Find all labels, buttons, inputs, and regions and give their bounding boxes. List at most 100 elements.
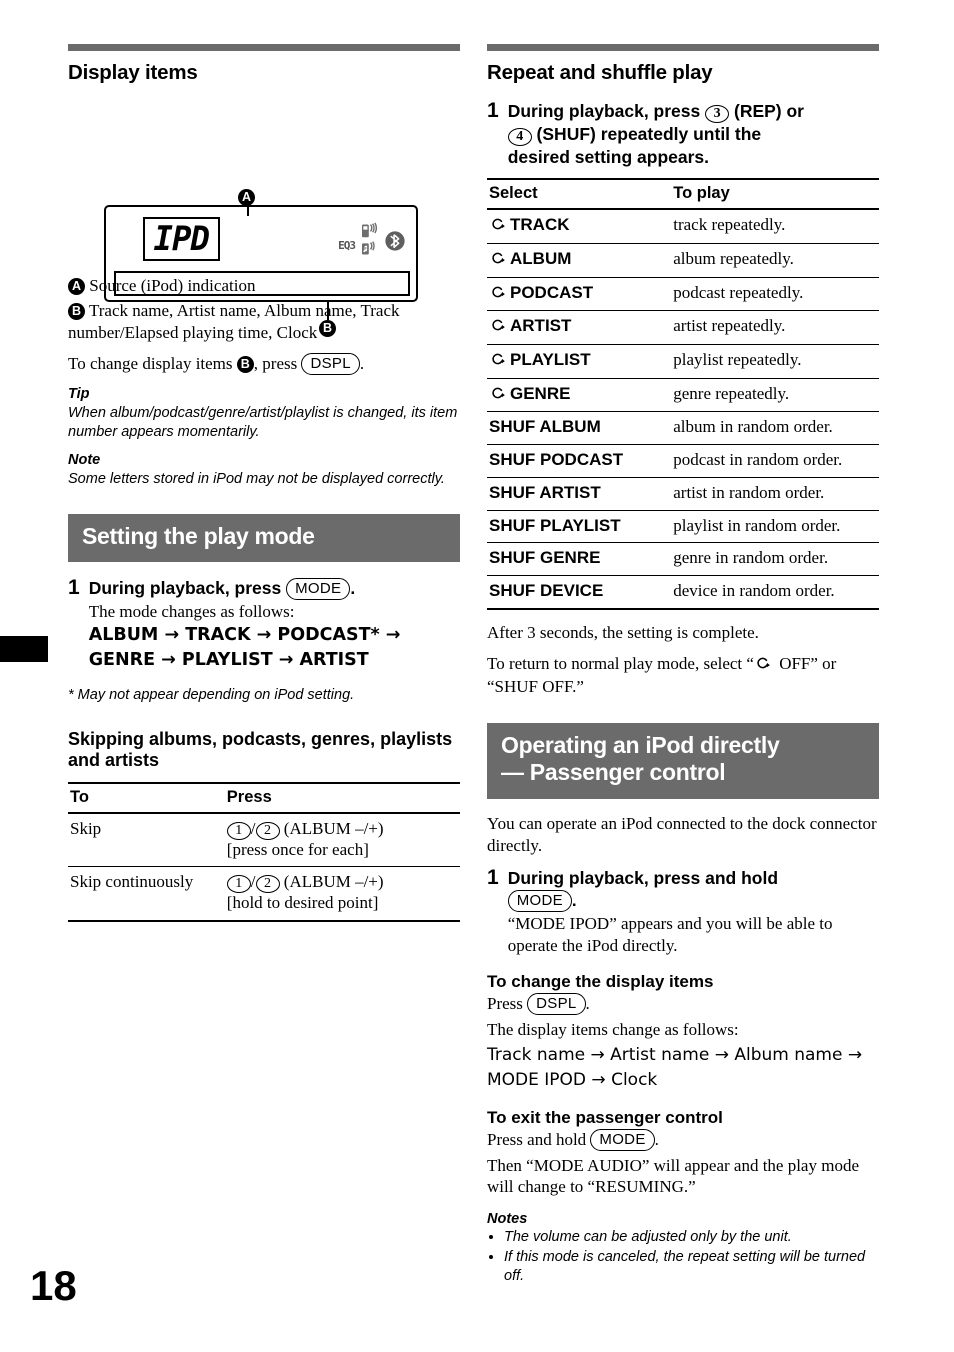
num-key-2[interactable]: 2 [255, 875, 280, 894]
list-item: If this mode is canceled, the repeat set… [504, 1248, 879, 1286]
section-band-passenger-control: Operating an iPod directly — Passenger c… [487, 723, 879, 800]
exit-press-suffix: . [654, 1129, 659, 1149]
bluetooth-icon [385, 230, 405, 251]
right-column: Repeat and shuffle play 1 During playbac… [487, 44, 879, 1287]
cell-toplay: playlist repeatedly. [671, 344, 879, 379]
music-signal-icon [362, 240, 375, 254]
press-detail: [hold to desired point] [226, 893, 379, 913]
col-header-press: Press [224, 781, 460, 814]
press-dspl-line: Press DSPL. [487, 993, 879, 1016]
display-items-flow-1: Track name → Artist name → Album name → [487, 1044, 863, 1065]
table-row: SHUF ALBUM album in random order. [487, 411, 879, 446]
list-item: The volume can be adjusted only by the u… [504, 1228, 879, 1247]
cell-select: SHUF ALBUM [487, 411, 672, 446]
select-label: SHUF GENRE [489, 548, 601, 568]
step-key-line: MODE. [507, 890, 879, 913]
select-label: SHUF DEVICE [489, 581, 604, 601]
callout-b-text: Track name, Artist name, Album name, Tra… [68, 301, 400, 342]
cell-select: SHUF DEVICE [487, 575, 672, 610]
mode-key[interactable]: MODE [507, 890, 572, 913]
cell-select: PODCAST [487, 277, 672, 312]
num-key-1[interactable]: 1 [226, 875, 251, 894]
table-row: GENRE genre repeatedly. [487, 378, 879, 413]
step-body: During playback, press 3 (REP) or 4 (SHUF… [507, 99, 879, 168]
exit-press-line: Press and hold MODE. [487, 1128, 879, 1151]
exit-line-2: Then “MODE AUDIO” will appear and the pl… [487, 1155, 859, 1197]
display-items-flow-2: MODE IPOD → Clock [487, 1070, 658, 1091]
change-display-items-heading: To change the display items [487, 972, 714, 992]
cell-to: Skip continuously [68, 866, 225, 923]
press-label: (ALBUM –/+) [283, 818, 384, 838]
step-head: During playback, press and hold [507, 868, 779, 889]
step-number: 1 [487, 866, 499, 890]
step-text-d: desired setting appears. [507, 147, 710, 167]
lcd-signal-icons [360, 221, 381, 257]
dspl-key[interactable]: DSPL [527, 993, 586, 1016]
cell-toplay: genre in random order. [671, 542, 879, 577]
cell-select: SHUF PODCAST [487, 444, 672, 478]
callout-b-badge: B [68, 303, 85, 321]
repeat-icon [489, 250, 506, 271]
band-line-2: — Passenger control [501, 759, 726, 786]
cell-select: TRACK [487, 209, 672, 244]
mode-flow-line-1: ALBUM → TRACK → PODCAST* → [88, 625, 401, 646]
exit-passenger-heading: To exit the passenger control [487, 1107, 723, 1127]
press-suffix: . [585, 994, 590, 1014]
notes-label: Notes [487, 1210, 528, 1227]
mode-key[interactable]: MODE [590, 1128, 655, 1151]
step-text-c: (SHUF) repeatedly until the [531, 124, 762, 144]
callout-badge-b: B [319, 320, 336, 337]
num-key-1[interactable]: 1 [226, 821, 251, 840]
select-label: PLAYLIST [510, 349, 591, 369]
change-items-prefix: To change display items [68, 354, 237, 374]
callout-b-row: B Track name, Artist name, Album name, T… [68, 300, 460, 343]
after-table-note-2: To return to normal play mode, select “ … [487, 653, 879, 697]
select-label: ARTIST [510, 316, 572, 336]
cell-select: SHUF GENRE [487, 542, 672, 577]
change-items-suffix: . [359, 354, 365, 374]
dspl-key[interactable]: DSPL [301, 353, 360, 376]
step-text-b: (REP) or [729, 101, 804, 121]
cell-to: Skip [68, 812, 225, 868]
cell-toplay: podcast repeatedly. [671, 277, 879, 312]
after-table-note-1: After 3 seconds, the setting is complete… [487, 622, 759, 642]
cell-toplay: genre repeatedly. [671, 378, 879, 413]
table-row: SHUF DEVICE device in random order. [487, 575, 879, 610]
table-row: PODCAST podcast repeatedly. [487, 277, 879, 312]
table-row: Skip 1/2 (ALBUM –/+) [press once for eac… [68, 812, 460, 868]
lcd-source-box: IPD [143, 217, 220, 261]
section-top-rule [487, 44, 879, 51]
cell-select: ALBUM [487, 243, 672, 278]
cell-select: ARTIST [487, 310, 672, 345]
table-row: PLAYLIST playlist repeatedly. [487, 344, 879, 379]
cell-select: SHUF PLAYLIST [487, 510, 672, 544]
tip-text: When album/podcast/genre/artist/playlist… [68, 404, 458, 440]
lcd-source-text: IPD [153, 219, 210, 259]
num-key-3-rep[interactable]: 3 [705, 105, 730, 123]
select-label: ALBUM [510, 248, 572, 268]
note-label: Note [68, 452, 101, 469]
page-title: Display items [68, 61, 198, 84]
step-number: 1 [487, 99, 499, 122]
notes-list: The volume can be adjusted only by the u… [487, 1228, 879, 1286]
mode-key[interactable]: MODE [286, 577, 351, 600]
table-header-row: Select To play [487, 178, 879, 211]
lcd-panel: IPD EQ3 [104, 205, 418, 302]
num-key-4-shuf[interactable]: 4 [507, 128, 532, 146]
callout-leader-b [327, 302, 329, 320]
table-row: Skip continuously 1/2 (ALBUM –/+) [hold … [68, 866, 460, 923]
skipping-table: To Press Skip 1/2 (ALBUM –/+) [press onc… [68, 781, 460, 923]
play-mode-step-1: 1 During playback, press MODE. The mode … [68, 576, 460, 672]
num-key-2[interactable]: 2 [255, 821, 280, 840]
exit-press-prefix: Press and hold [487, 1129, 591, 1149]
select-label: SHUF PODCAST [489, 450, 624, 470]
cell-toplay: album repeatedly. [671, 243, 879, 278]
repeat-icon [489, 351, 506, 372]
cell-toplay: podcast in random order. [671, 444, 879, 478]
table-row: SHUF GENRE genre in random order. [487, 542, 879, 577]
press-prefix: Press [487, 994, 528, 1014]
select-label: SHUF ALBUM [489, 417, 601, 437]
step-number: 1 [68, 575, 80, 599]
skipping-heading: Skipping albums, podcasts, genres, playl… [68, 728, 453, 771]
repeat-icon [489, 385, 506, 406]
